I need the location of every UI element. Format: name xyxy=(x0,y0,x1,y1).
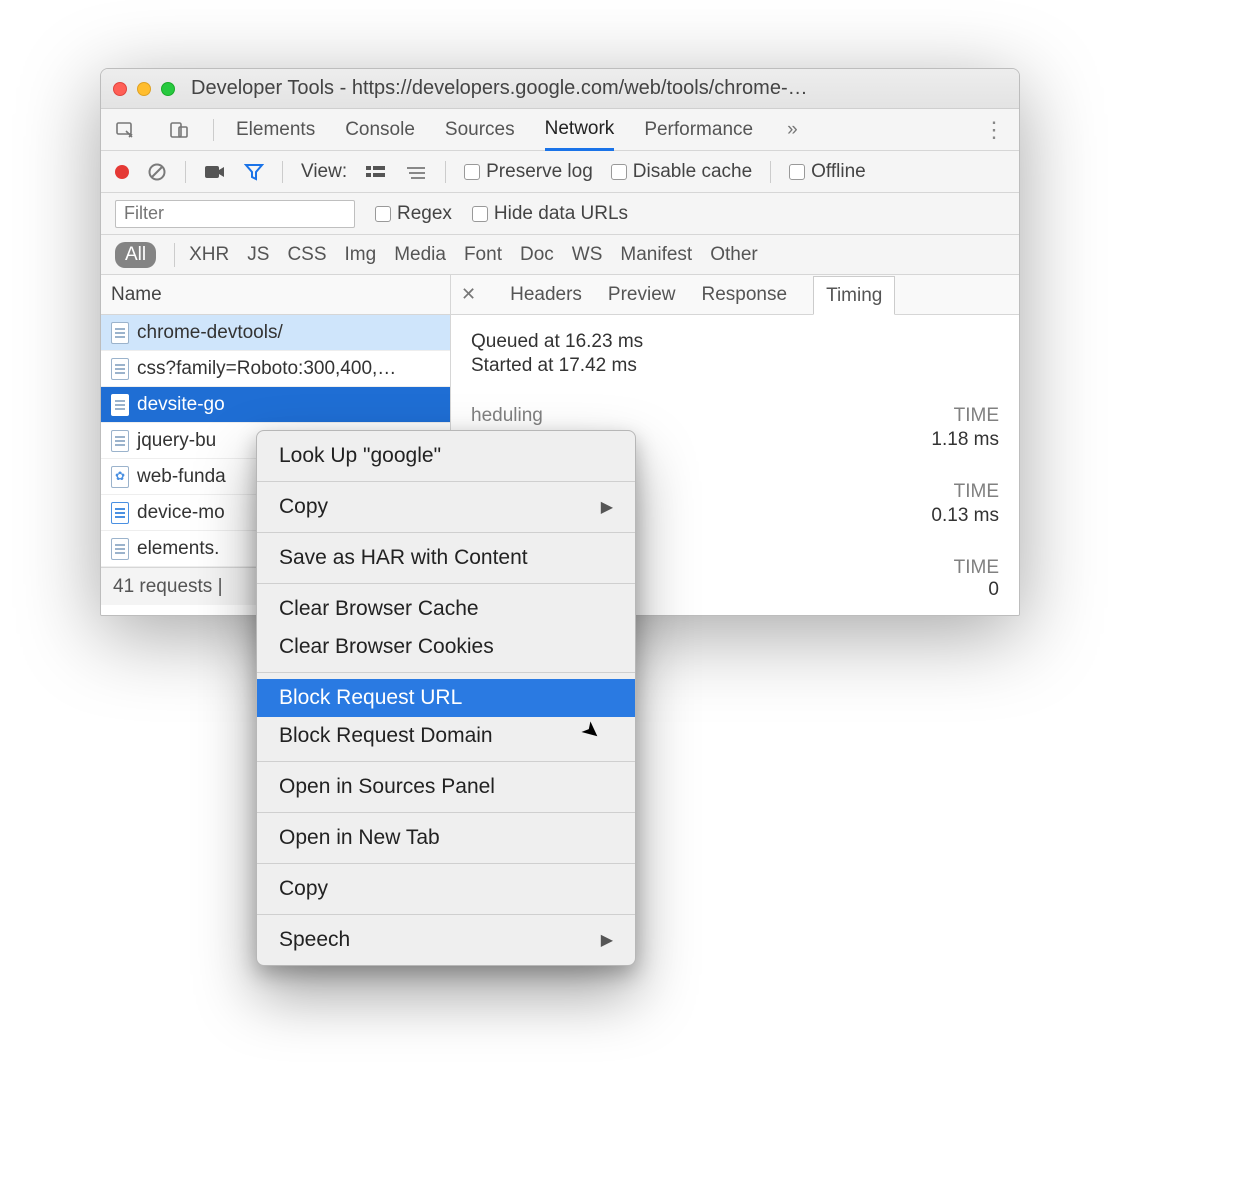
image-file-icon xyxy=(111,502,129,524)
type-xhr[interactable]: XHR xyxy=(189,244,229,266)
timing-value: 0.13 ms xyxy=(931,505,999,527)
devtools-menu-icon[interactable]: ⋮ xyxy=(983,117,1005,143)
tabs-overflow[interactable]: » xyxy=(787,119,798,141)
type-font[interactable]: Font xyxy=(464,244,502,266)
titlebar: Developer Tools - https://developers.goo… xyxy=(101,69,1019,109)
type-css[interactable]: CSS xyxy=(287,244,326,266)
detail-tab-headers[interactable]: Headers xyxy=(510,276,582,313)
tab-performance[interactable]: Performance xyxy=(644,110,753,149)
type-ws[interactable]: WS xyxy=(572,244,603,266)
context-menu-item[interactable]: Clear Browser Cookies xyxy=(257,628,635,666)
time-column-label: TIME xyxy=(954,481,999,503)
context-menu-item[interactable]: Save as HAR with Content xyxy=(257,539,635,577)
hide-data-urls-checkbox[interactable]: Hide data URLs xyxy=(472,203,628,225)
file-icon xyxy=(111,538,129,560)
view-label: View: xyxy=(301,161,347,183)
detail-tab-timing[interactable]: Timing xyxy=(813,276,895,315)
timing-value: 0 xyxy=(988,579,999,601)
request-row[interactable]: css?family=Roboto:300,400,… xyxy=(101,351,450,387)
disable-cache-checkbox[interactable]: Disable cache xyxy=(611,161,752,183)
type-all[interactable]: All xyxy=(115,242,156,268)
gear-file-icon xyxy=(111,466,129,488)
window-title: Developer Tools - https://developers.goo… xyxy=(191,77,1007,100)
request-row[interactable]: devsite-go xyxy=(101,387,450,423)
detail-tab-preview[interactable]: Preview xyxy=(608,276,676,313)
network-toolbar: View: Preserve log Disable cache Offline xyxy=(101,151,1019,193)
time-column-label: TIME xyxy=(954,405,999,427)
chevron-right-icon: ▶ xyxy=(601,497,613,517)
filter-input[interactable] xyxy=(115,200,355,228)
file-icon xyxy=(111,358,129,380)
type-filter-bar: All XHR JS CSS Img Media Font Doc WS Man… xyxy=(101,235,1019,275)
main-tabs: Elements Console Sources Network Perform… xyxy=(101,109,1019,151)
name-header[interactable]: Name xyxy=(101,275,450,315)
time-column-label: TIME xyxy=(954,557,999,579)
type-doc[interactable]: Doc xyxy=(520,244,554,266)
type-manifest[interactable]: Manifest xyxy=(620,244,692,266)
type-other[interactable]: Other xyxy=(710,244,758,266)
timing-section-label: heduling xyxy=(471,405,543,427)
camera-icon[interactable] xyxy=(204,164,226,180)
context-menu-item[interactable]: Speech▶ xyxy=(257,921,635,959)
regex-checkbox[interactable]: Regex xyxy=(375,203,452,225)
file-icon xyxy=(111,394,129,416)
device-mode-icon[interactable] xyxy=(167,118,191,142)
close-icon[interactable]: ✕ xyxy=(461,284,476,305)
context-menu-item[interactable]: Copy▶ xyxy=(257,488,635,526)
offline-checkbox[interactable]: Offline xyxy=(789,161,866,183)
window-close-button[interactable] xyxy=(113,82,127,96)
context-menu-item[interactable]: Copy xyxy=(257,870,635,908)
context-menu-item[interactable]: Clear Browser Cache xyxy=(257,590,635,628)
context-menu-item[interactable]: Block Request URL xyxy=(257,679,635,717)
chevron-right-icon: ▶ xyxy=(601,930,613,950)
tab-console[interactable]: Console xyxy=(345,110,415,149)
started-text: Started at 17.42 ms xyxy=(471,355,999,377)
detail-tabs: ✕ Headers Preview Response Timing xyxy=(451,275,1019,315)
window-maximize-button[interactable] xyxy=(161,82,175,96)
type-media[interactable]: Media xyxy=(394,244,446,266)
view-small-icon[interactable] xyxy=(405,164,427,180)
context-menu-item[interactable]: Look Up "google" xyxy=(257,437,635,475)
context-menu: Look Up "google"Copy▶Save as HAR with Co… xyxy=(256,430,636,966)
filter-bar: Regex Hide data URLs xyxy=(101,193,1019,235)
filter-icon[interactable] xyxy=(244,163,264,181)
tab-sources[interactable]: Sources xyxy=(445,110,515,149)
window-minimize-button[interactable] xyxy=(137,82,151,96)
type-img[interactable]: Img xyxy=(345,244,377,266)
record-icon[interactable] xyxy=(115,165,129,179)
timing-value: 1.18 ms xyxy=(931,429,999,451)
context-menu-item[interactable]: Open in Sources Panel xyxy=(257,768,635,806)
request-row[interactable]: chrome-devtools/ xyxy=(101,315,450,351)
detail-tab-response[interactable]: Response xyxy=(702,276,788,313)
file-icon xyxy=(111,322,129,344)
preserve-log-checkbox[interactable]: Preserve log xyxy=(464,161,593,183)
file-icon xyxy=(111,430,129,452)
view-large-icon[interactable] xyxy=(365,164,387,180)
context-menu-item[interactable]: Open in New Tab xyxy=(257,819,635,857)
clear-icon[interactable] xyxy=(147,162,167,182)
tab-network[interactable]: Network xyxy=(545,109,615,151)
inspect-icon[interactable] xyxy=(113,118,137,142)
queued-text: Queued at 16.23 ms xyxy=(471,331,999,353)
type-js[interactable]: JS xyxy=(247,244,269,266)
tab-elements[interactable]: Elements xyxy=(236,110,315,149)
